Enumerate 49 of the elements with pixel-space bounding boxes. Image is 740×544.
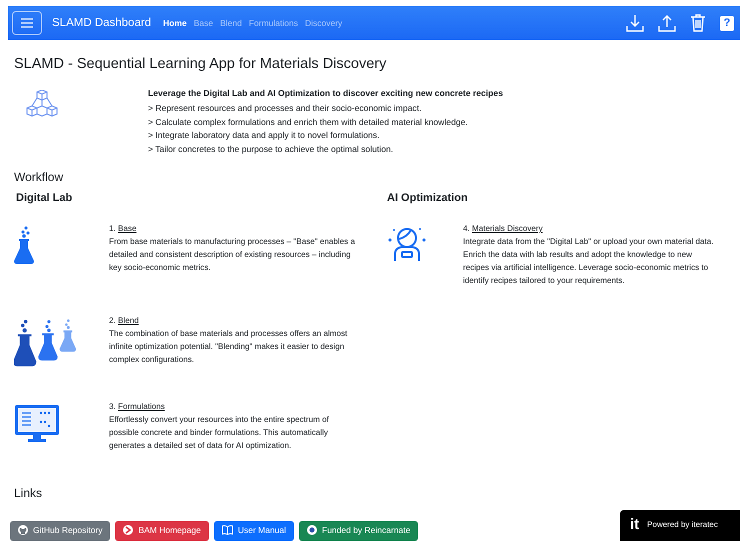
item-link[interactable]: Materials Discovery [472, 224, 543, 233]
item-description: The combination of base materials and processes offers an almost infinite optimization potential. "Blending" makes it easier to design complex configurations. [109, 328, 348, 366]
link-button[interactable]: User Manual [214, 521, 294, 541]
intro-line: > Calculate complex formulations and enrich them with detailed material knowledge. [148, 116, 469, 129]
item-link[interactable]: Blend [118, 316, 139, 325]
github-icon [18, 525, 28, 535]
flasks-icon [14, 318, 78, 368]
badge-label: Powered by iteratec [647, 520, 718, 529]
circle-logo-icon [307, 525, 318, 535]
intro-heading: Leverage the Digital Lab and AI Optimization to discover exciting new concrete recipes [148, 88, 503, 98]
item-description: Integrate data from the "Digital Lab" or upload your own material data. Enrich the data with lab results and adopt the knowledge to new recipes via artificial intelligence. Leverage socio-economic metrics to identify recipes tailored to your requirements. [463, 236, 714, 287]
item-number: 3. [109, 402, 116, 411]
intro-line: > Represent resources and processes and their socio-economic impact. [148, 102, 422, 115]
brand-title[interactable]: SLAMD Dashboard [52, 17, 152, 29]
column-heading: AI Optimization [387, 192, 469, 204]
nav-link[interactable]: Base [194, 18, 214, 28]
item-number: 2. [109, 316, 116, 325]
monitor-icon [14, 404, 60, 444]
download-icon[interactable] [626, 14, 644, 32]
link-button[interactable]: BAM Homepage [115, 521, 209, 541]
item-number: 1. [109, 224, 116, 233]
item-link[interactable]: Formulations [118, 402, 165, 411]
astronaut-icon [387, 226, 427, 262]
item-description: Effortlessly convert your resources into the entire spectrum of possible concrete and binder formulations. This automatically generates a detailed set of data for AI optimization. [109, 414, 330, 452]
iteratec-logo: it [630, 516, 640, 533]
item-link[interactable]: Base [118, 224, 136, 233]
section-heading: Workflow [14, 170, 64, 184]
flask-icon [14, 226, 34, 264]
nav-link[interactable]: Home [163, 18, 187, 28]
item-number: 4. [463, 224, 470, 233]
help-button[interactable]: ? [720, 16, 734, 30]
menu-button[interactable] [12, 11, 42, 35]
column-heading: Digital Lab [16, 192, 74, 204]
book-icon [222, 525, 233, 535]
nav-link[interactable]: Formulations [248, 18, 298, 28]
powered-by-badge[interactable]: it Powered by iteratec [620, 510, 740, 541]
menu-icon[interactable] [21, 18, 33, 28]
nav-link[interactable]: Blend [220, 18, 242, 28]
chevron-logo-icon [123, 525, 134, 535]
link-button[interactable]: Funded by Reincarnate [299, 521, 418, 541]
intro-line: > Integrate laboratory data and apply it to novel formulations. [148, 129, 380, 142]
section-heading: Links [14, 486, 44, 500]
nav-link[interactable]: Discovery [304, 18, 342, 28]
item-description: From base materials to manufacturing processes – "Base" enables a detailed and consistent description of existing resources – including key socio-economic metrics. [109, 236, 356, 274]
trash-icon[interactable] [690, 14, 706, 32]
upload-icon[interactable] [658, 14, 676, 32]
page-title: SLAMD - Sequential Learning App for Materials Discovery [14, 56, 388, 72]
intro-line: > Tailor concretes to the purpose to achieve the optimal solution. [148, 142, 394, 156]
link-button[interactable]: GitHub Repository [10, 521, 110, 541]
